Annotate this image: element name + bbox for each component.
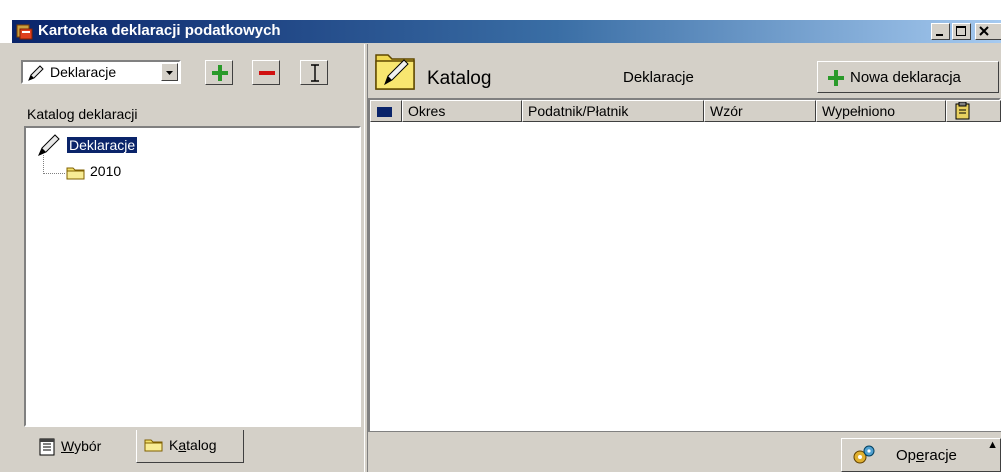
tab-katalog-label: Katalog [169,437,217,453]
column-label: Okres [408,103,446,119]
chevron-down-icon [166,71,173,75]
column-label: Wzór [710,103,743,119]
title-bar: Kartoteka deklaracji podatkowych [0,0,1001,43]
close-icon [979,26,989,36]
tab-wybor-label: Wybór [61,438,102,454]
catalog-tree[interactable]: Deklaracje 2010 [24,126,361,427]
catalog-combo[interactable]: Deklaracje [21,60,181,84]
tab-katalog[interactable]: Katalog [136,430,244,463]
column-label: Wypełniono [822,103,896,119]
clipboard-icon [955,102,970,120]
pencil-icon [28,65,44,81]
operations-label: Operacje [896,447,957,464]
close-button[interactable] [975,23,1001,40]
window-title: Kartoteka deklaracji podatkowych [38,22,281,39]
left-tabbar: Wybór Katalog [24,429,364,467]
declarations-grid[interactable]: Okres Podatnik/Płatnik Wzór Wypełniono [368,98,1001,437]
column-header-podatnik[interactable]: Podatnik/Płatnik [522,100,704,122]
current-catalog-label: Deklaracje [623,69,694,86]
right-toolbar: Katalog Deklaracje Nowa deklaracja [368,44,1001,99]
column-header-wzor[interactable]: Wzór [704,100,816,122]
grid-header: Okres Podatnik/Płatnik Wzór Wypełniono [370,100,1001,122]
tree-connector [43,155,65,174]
chevron-up-icon: ▲ [987,439,998,451]
new-declaration-button[interactable]: Nowa deklaracja [817,61,999,93]
remove-catalog-button[interactable] [252,60,280,85]
tree-child-label: 2010 [90,163,122,179]
notepad-icon [39,438,55,456]
maximize-button[interactable] [952,23,971,40]
column-header-wypelniono[interactable]: Wypełniono [816,100,946,122]
minimize-button[interactable] [931,23,950,40]
rename-button[interactable] [300,60,328,85]
column-header-okres[interactable]: Okres [402,100,522,122]
minus-icon [259,71,275,75]
section-label: Katalog deklaracji [27,106,138,122]
column-selector[interactable] [370,100,402,122]
bottom-bar: Operacje ▲ [368,431,1001,472]
column-label: Podatnik/Płatnik [528,103,629,119]
minimize-icon [936,34,943,36]
column-header-clipboard[interactable] [946,100,1001,122]
operations-button[interactable]: Operacje ▲ [841,438,1001,472]
right-panel: Katalog Deklaracje Nowa deklaracja Okres… [368,44,1001,472]
tab-wybor[interactable]: Wybór [32,431,132,462]
combo-value: Deklaracje [50,64,117,80]
catalog-folder-icon [375,54,415,90]
add-catalog-button[interactable] [205,60,233,85]
folder-icon [66,167,85,180]
new-declaration-label: Nowa deklaracja [850,69,961,86]
gears-icon [853,445,875,464]
plus-icon [212,65,228,81]
katalog-label: Katalog [427,68,492,89]
plus-icon [828,70,844,86]
text-cursor-icon [311,64,319,82]
folder-icon [144,439,163,452]
left-panel: Deklaracje Katalog deklaracji Deklaracje… [12,44,364,472]
app-icon [16,24,33,40]
maximize-icon [956,26,966,36]
combo-dropdown-button[interactable] [161,63,178,81]
tree-root-label: Deklaracje [65,136,139,154]
